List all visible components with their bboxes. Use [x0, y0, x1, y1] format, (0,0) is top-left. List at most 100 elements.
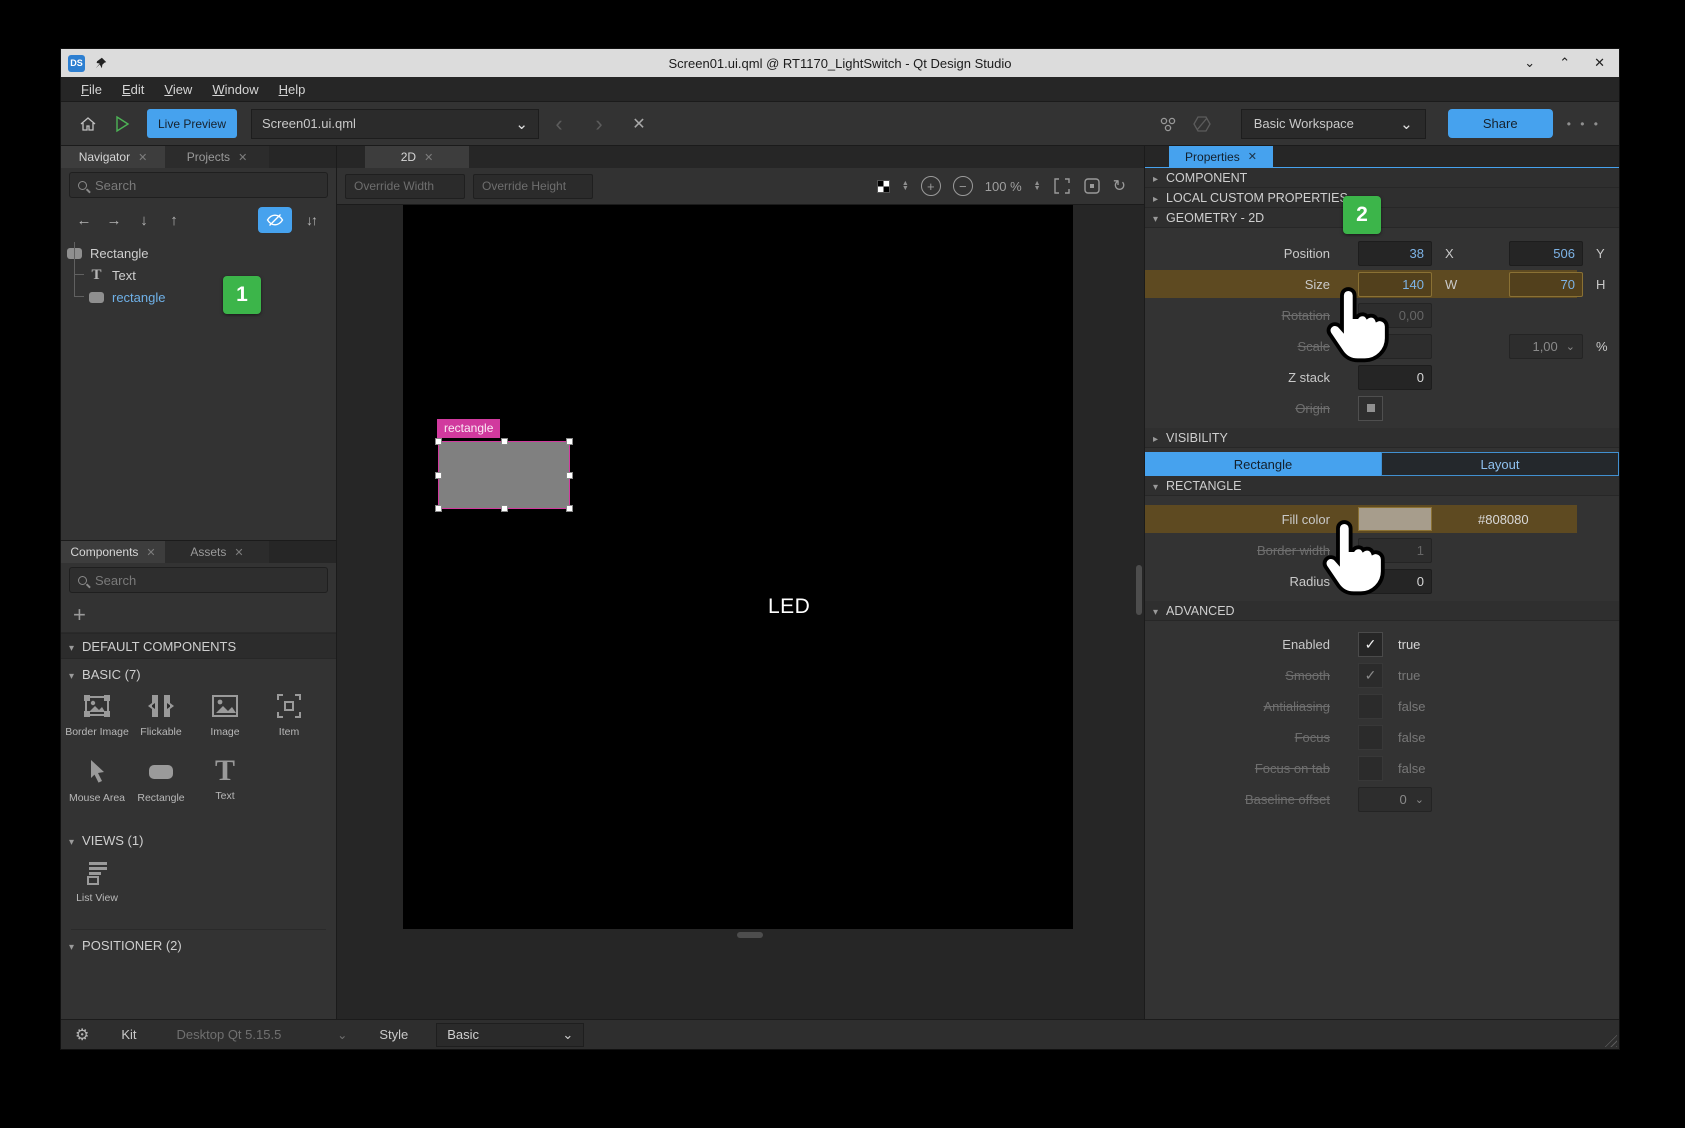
resize-handle[interactable] — [566, 472, 573, 479]
zoom-out-icon[interactable]: − — [953, 176, 973, 196]
add-module-icon[interactable]: + — [73, 602, 86, 628]
scene-text-led[interactable]: LED — [768, 595, 810, 619]
menu-view[interactable]: View — [154, 82, 202, 97]
tab-components[interactable]: Components ✕ — [61, 541, 165, 563]
background-color-icon[interactable] — [877, 180, 890, 193]
share-button[interactable]: Share — [1448, 109, 1553, 138]
components-search-input[interactable] — [95, 573, 319, 588]
section-component[interactable]: COMPONENT — [1145, 168, 1619, 188]
close-tab-icon[interactable]: ✕ — [1248, 150, 1257, 163]
tree-item-rectangle[interactable]: rectangle — [61, 286, 336, 308]
run-project-icon[interactable] — [105, 109, 139, 139]
antialiasing-checkbox[interactable] — [1358, 694, 1383, 719]
stepper-icon[interactable]: ▲▼ — [902, 181, 909, 191]
navigator-search[interactable] — [69, 172, 328, 198]
focus-on-tab-checkbox[interactable] — [1358, 756, 1383, 781]
baseline-offset-dropdown[interactable]: 0 ⌄ — [1358, 787, 1432, 812]
override-height-input[interactable] — [473, 174, 593, 199]
menu-help[interactable]: Help — [269, 82, 316, 97]
resize-handle[interactable] — [501, 505, 508, 512]
section-default-components[interactable]: DEFAULT COMPONENTS — [61, 633, 336, 659]
edit-annotation-icon[interactable] — [1185, 109, 1219, 139]
kit-selector[interactable]: Desktop Qt 5.15.5 ⌄ — [177, 1027, 348, 1042]
workspace-selector[interactable]: Basic Workspace ⌄ — [1241, 109, 1426, 139]
minimize-icon[interactable]: ⌄ — [1524, 55, 1535, 71]
link-nodes-icon[interactable] — [1151, 109, 1185, 139]
more-options-icon[interactable]: • • • — [1567, 117, 1601, 131]
frame-selection-icon[interactable] — [1083, 177, 1101, 195]
reverse-order-icon[interactable]: ↓↑ — [296, 212, 326, 228]
close-document-icon[interactable]: ✕ — [619, 114, 659, 134]
menu-edit[interactable]: Edit — [112, 82, 154, 97]
zoom-in-icon[interactable]: + — [921, 176, 941, 196]
resize-handle[interactable] — [501, 438, 508, 445]
enabled-checkbox[interactable] — [1358, 632, 1383, 657]
scale-dropdown[interactable]: 1,00 ⌄ — [1509, 334, 1583, 359]
resize-handle[interactable] — [566, 505, 573, 512]
close-tab-icon[interactable]: ✕ — [146, 546, 155, 559]
fill-color-hex[interactable]: #808080 — [1478, 512, 1529, 527]
focus-checkbox[interactable] — [1358, 725, 1383, 750]
vertical-scrollbar[interactable] — [1136, 565, 1142, 615]
section-local-custom-properties[interactable]: LOCAL CUSTOM PROPERTIES — [1145, 188, 1619, 208]
home-icon[interactable] — [71, 109, 105, 139]
menu-file[interactable]: File — [71, 82, 112, 97]
close-tab-icon[interactable]: ✕ — [138, 151, 147, 164]
section-rectangle[interactable]: RECTANGLE — [1145, 476, 1619, 496]
tab-properties[interactable]: Properties ✕ — [1169, 146, 1273, 167]
close-window-icon[interactable]: ✕ — [1594, 55, 1605, 71]
tab-assets[interactable]: Assets ✕ — [165, 541, 269, 563]
canvas-area[interactable]: LED rectangle — [337, 205, 1144, 1019]
component-mouse-area[interactable]: Mouse Area — [65, 757, 129, 819]
move-left-icon[interactable]: ← — [71, 212, 97, 229]
component-list-view[interactable]: List View — [65, 857, 129, 919]
gear-icon[interactable]: ⚙ — [75, 1025, 89, 1045]
component-text[interactable]: T Text — [193, 757, 257, 819]
tab-rectangle[interactable]: Rectangle — [1145, 452, 1381, 476]
section-basic[interactable]: BASIC (7) — [61, 659, 336, 689]
navigator-search-input[interactable] — [95, 178, 319, 193]
tab-projects[interactable]: Projects ✕ — [165, 146, 269, 168]
move-up-icon[interactable]: ↑ — [161, 212, 187, 229]
fit-to-screen-icon[interactable] — [1053, 177, 1071, 195]
component-item[interactable]: Item — [257, 691, 321, 753]
component-image[interactable]: Image — [193, 691, 257, 753]
toggle-visibility-button[interactable] — [258, 207, 292, 233]
resize-handle[interactable] — [435, 472, 442, 479]
component-flickable[interactable]: Flickable — [129, 691, 193, 753]
component-rectangle[interactable]: Rectangle — [129, 757, 193, 819]
close-tab-icon[interactable]: ✕ — [238, 151, 247, 164]
qml-scene[interactable]: LED rectangle — [403, 205, 1073, 929]
override-width-input[interactable] — [345, 174, 465, 199]
components-search[interactable] — [69, 567, 328, 593]
forward-icon[interactable]: › — [579, 111, 619, 137]
tab-layout[interactable]: Layout — [1381, 452, 1619, 476]
resize-handle[interactable] — [435, 438, 442, 445]
selected-rectangle[interactable]: rectangle — [438, 441, 570, 509]
back-icon[interactable]: ‹ — [539, 111, 579, 137]
tab-navigator[interactable]: Navigator ✕ — [61, 146, 165, 168]
live-preview-button[interactable]: Live Preview — [147, 109, 237, 138]
tab-2d[interactable]: 2D ✕ — [365, 146, 469, 168]
resize-handle[interactable] — [566, 438, 573, 445]
close-tab-icon[interactable]: ✕ — [424, 151, 433, 164]
tree-item-root-rectangle[interactable]: Rectangle — [61, 242, 336, 264]
maximize-icon[interactable]: ⌃ — [1559, 55, 1570, 71]
section-positioner[interactable]: POSITIONER (2) — [61, 930, 336, 960]
menu-window[interactable]: Window — [202, 82, 268, 97]
horizontal-scrollbar[interactable] — [737, 932, 763, 938]
position-y-field[interactable]: 506 — [1509, 241, 1583, 266]
move-down-icon[interactable]: ↓ — [131, 212, 157, 229]
size-h-field[interactable]: 70 — [1509, 272, 1583, 297]
move-right-icon[interactable]: → — [101, 212, 127, 229]
resize-handle[interactable] — [435, 505, 442, 512]
tree-item-text[interactable]: T Text — [61, 264, 336, 286]
origin-selector[interactable] — [1358, 396, 1383, 421]
stepper-icon[interactable]: ▲▼ — [1034, 181, 1041, 191]
component-border-image[interactable]: Border Image — [65, 691, 129, 753]
section-visibility[interactable]: VISIBILITY — [1145, 428, 1619, 448]
section-views[interactable]: VIEWS (1) — [61, 825, 336, 855]
close-tab-icon[interactable]: ✕ — [234, 546, 243, 559]
section-geometry-2d[interactable]: GEOMETRY - 2D — [1145, 208, 1619, 228]
open-file-selector[interactable]: Screen01.ui.qml ⌄ — [251, 109, 539, 139]
